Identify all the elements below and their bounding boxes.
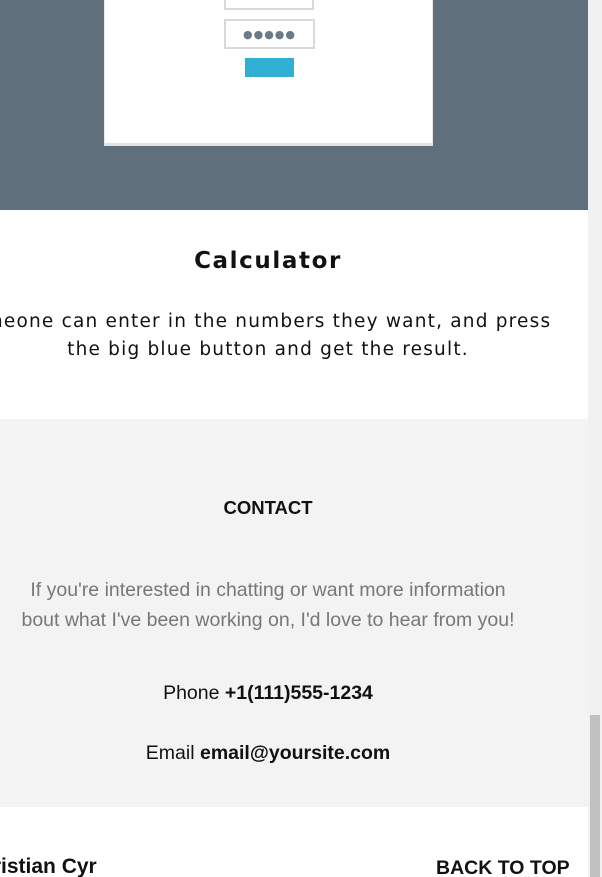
footer: ıristian Cyr BACK TO TOP (0, 807, 588, 877)
contact-phone: Phone +1(111)555-1234 (0, 682, 536, 705)
mockup-blue-button (245, 58, 294, 77)
contact-intro-line: If you're interested in chatting or want… (30, 579, 506, 601)
project-info: Calculator meone can enter in the number… (0, 210, 588, 419)
mockup-input-field (224, 0, 314, 10)
footer-author-name: ıristian Cyr (0, 855, 97, 877)
email-address[interactable]: email@yoursite.com (200, 742, 390, 764)
contact-intro: If you're interested in chatting or want… (0, 575, 566, 635)
back-to-top-link[interactable]: BACK TO TOP (436, 857, 570, 877)
mockup-password-field: ●●●●● (224, 19, 315, 49)
project-description-line: the big blue button and get the result. (67, 339, 469, 360)
project-title: Calculator (194, 248, 342, 274)
project-image: ●●●●● (0, 0, 588, 210)
phone-number[interactable]: +1(111)555-1234 (225, 682, 373, 704)
project-description-line: meone can enter in the numbers they want… (0, 311, 552, 332)
page: ●●●●● Calculator meone can enter in the … (0, 0, 588, 877)
contact-section: CONTACT If you're interested in chatting… (0, 419, 588, 807)
contact-heading: CONTACT (223, 497, 313, 518)
project-description: meone can enter in the numbers they want… (0, 308, 576, 364)
contact-email: Email email@yoursite.com (0, 742, 536, 765)
vertical-scrollbar[interactable] (588, 0, 602, 877)
contact-intro-line: bout what I've been working on, I'd love… (21, 609, 515, 631)
calculator-mockup: ●●●●● (104, 0, 433, 146)
email-label: Email (145, 742, 200, 764)
phone-label: Phone (163, 682, 225, 704)
scrollbar-thumb[interactable] (590, 715, 600, 877)
